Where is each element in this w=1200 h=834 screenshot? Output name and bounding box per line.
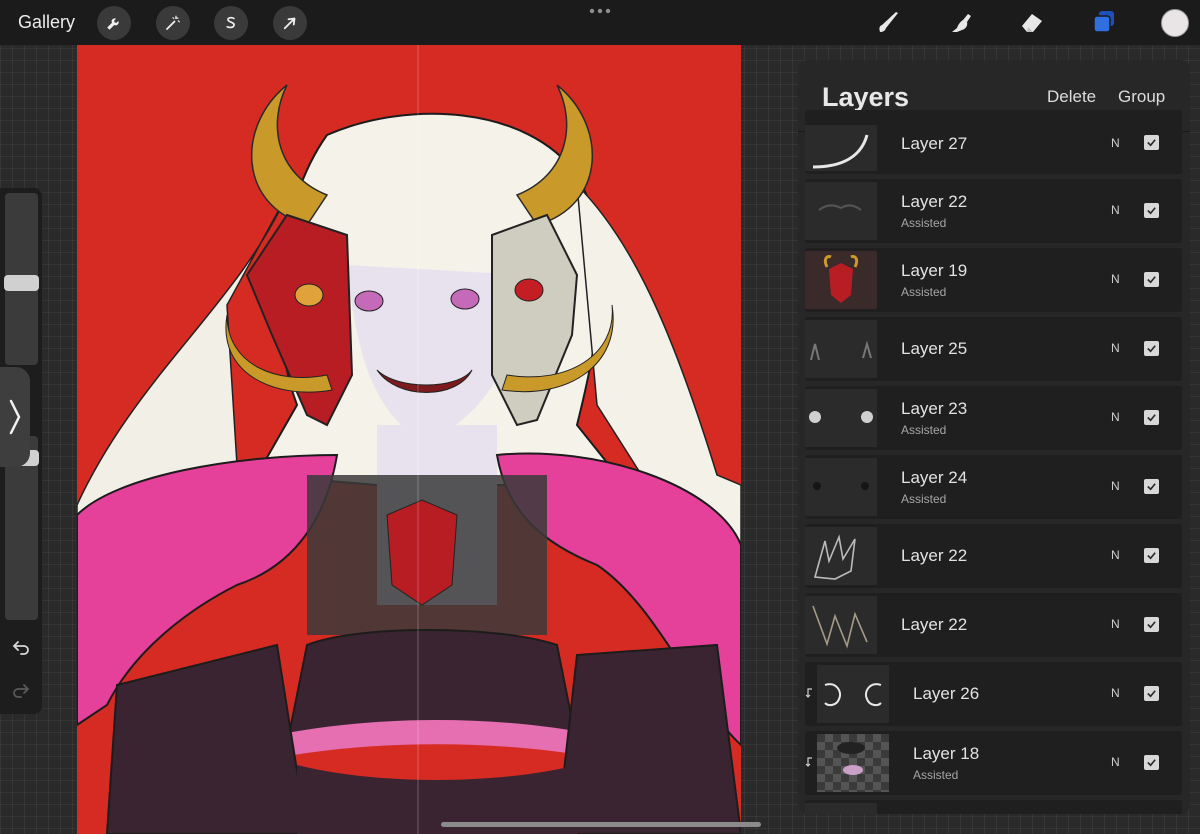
layer-thumbnail [805, 458, 877, 516]
layer-row[interactable]: Layer 26 N [805, 662, 1182, 726]
layer-row[interactable]: Layer 22 N [805, 593, 1182, 657]
layer-thumbnail [805, 251, 877, 309]
layer-subtitle: Assisted [913, 768, 959, 782]
layers-icon[interactable] [1089, 7, 1119, 37]
layer-thumbnail [805, 320, 877, 378]
layer-row[interactable]: Layer 18 Assisted N [805, 731, 1182, 795]
layer-name: Layer 24 [901, 468, 968, 487]
checkmark-icon [1147, 483, 1156, 491]
layers-title: Layers [822, 82, 910, 112]
checkmark-icon [1147, 345, 1156, 353]
layer-name: Layer 23 [901, 399, 968, 418]
layer-row[interactable]: Layer 27 N [805, 110, 1182, 174]
visibility-checkbox[interactable] [1144, 341, 1159, 356]
blend-mode[interactable]: N [1111, 617, 1120, 631]
layer-thumbnail [817, 734, 889, 792]
layer-row[interactable]: Layer 24 Assisted N [805, 455, 1182, 519]
layer-subtitle: Assisted [901, 423, 947, 437]
layer-row[interactable]: Layer 19 Assisted N [805, 248, 1182, 312]
color-picker-swatch[interactable] [1161, 9, 1189, 37]
layer-row[interactable]: Layer 22 Assisted N [805, 179, 1182, 243]
blend-mode[interactable]: N [1111, 479, 1120, 493]
visibility-checkbox[interactable] [1144, 755, 1159, 770]
gallery-button[interactable]: Gallery [18, 12, 75, 33]
layer-thumbnail [805, 125, 877, 171]
more-options-icon[interactable] [589, 6, 611, 16]
checkmark-icon [1147, 139, 1156, 147]
layer-subtitle: Assisted [901, 285, 947, 299]
checkmark-icon [1147, 690, 1156, 698]
blend-mode[interactable]: N [1111, 548, 1120, 562]
layer-name: Layer 19 [901, 261, 968, 280]
checkmark-icon [1147, 414, 1156, 422]
arrow-cursor-icon[interactable] [273, 6, 307, 40]
layer-name: Layer 22 [901, 546, 968, 565]
layer-row-partial[interactable] [805, 800, 1182, 814]
layer-thumbnail [805, 389, 877, 447]
checkmark-icon [1147, 552, 1156, 560]
blend-mode[interactable]: N [1111, 686, 1120, 700]
layer-row[interactable]: Layer 22 N [805, 524, 1182, 588]
redo-icon[interactable] [11, 680, 31, 700]
delete-button[interactable]: Delete [1047, 87, 1096, 107]
layer-name: Layer 18 [913, 744, 980, 763]
magic-wand-icon[interactable] [156, 6, 190, 40]
layer-subtitle: Assisted [901, 492, 947, 506]
checkmark-icon [1147, 276, 1156, 284]
clipping-mask-arrow-icon [805, 688, 812, 698]
layer-name: Layer 22 [901, 192, 968, 211]
brush-icon[interactable] [873, 7, 903, 37]
canvas-scroll-indicator [441, 822, 761, 827]
blend-mode[interactable]: N [1111, 755, 1120, 769]
layer-name: Layer 27 [901, 134, 968, 153]
layer-name: Layer 22 [901, 615, 968, 634]
layer-thumbnail [805, 182, 877, 240]
checkmark-icon [1147, 759, 1156, 767]
layer-name: Layer 26 [913, 684, 980, 703]
blend-mode[interactable]: N [1111, 410, 1120, 424]
brush-size-thumb[interactable] [4, 275, 39, 291]
group-button[interactable]: Group [1118, 87, 1165, 107]
layer-row[interactable]: Layer 23 Assisted N [805, 386, 1182, 450]
layer-name: Layer 25 [901, 339, 968, 358]
selection-s-icon[interactable] [214, 6, 248, 40]
visibility-checkbox[interactable] [1144, 135, 1159, 150]
chevron-right-icon [9, 399, 21, 435]
visibility-checkbox[interactable] [1144, 548, 1159, 563]
checkmark-icon [1147, 207, 1156, 215]
visibility-checkbox[interactable] [1144, 410, 1159, 425]
layers-panel: Layers Delete Group Layer 27 N Layer 22 … [798, 60, 1190, 814]
artwork-illustration [77, 45, 741, 834]
visibility-checkbox[interactable] [1144, 272, 1159, 287]
clipping-mask-arrow-icon [805, 757, 812, 767]
blend-mode[interactable]: N [1111, 341, 1120, 355]
layer-thumbnail [805, 803, 877, 814]
layer-thumbnail [805, 527, 877, 585]
layer-thumbnail [805, 596, 877, 654]
layer-subtitle: Assisted [901, 216, 947, 230]
blend-mode[interactable]: N [1111, 203, 1120, 217]
blend-mode[interactable]: N [1111, 272, 1120, 286]
layer-row[interactable]: Layer 25 N [805, 317, 1182, 381]
visibility-checkbox[interactable] [1144, 479, 1159, 494]
smudge-finger-icon[interactable] [946, 7, 976, 37]
wrench-icon[interactable] [97, 6, 131, 40]
top-toolbar: Gallery [0, 0, 1200, 45]
blend-mode[interactable]: N [1111, 136, 1120, 150]
eraser-icon[interactable] [1017, 7, 1047, 37]
sidebar-toggle-button[interactable] [0, 367, 30, 467]
visibility-checkbox[interactable] [1144, 686, 1159, 701]
checkmark-icon [1147, 621, 1156, 629]
visibility-checkbox[interactable] [1144, 203, 1159, 218]
visibility-checkbox[interactable] [1144, 617, 1159, 632]
drawing-canvas[interactable] [77, 45, 741, 834]
layer-thumbnail [817, 665, 889, 723]
undo-icon[interactable] [11, 637, 31, 657]
